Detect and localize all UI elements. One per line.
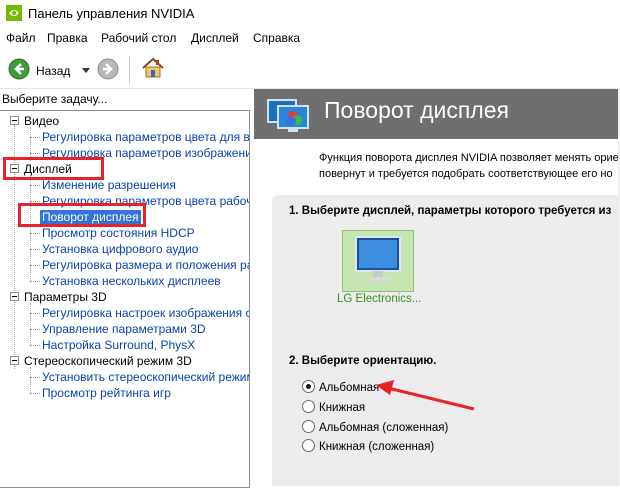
page-description: Функция поворота дисплея NVIDIA позволяе… — [319, 150, 619, 182]
category-3d-settings[interactable]: Параметры 3D — [24, 290, 107, 304]
back-arrow-icon[interactable] — [8, 58, 30, 80]
radio-portrait[interactable] — [302, 400, 315, 413]
forward-arrow-icon[interactable] — [97, 58, 119, 80]
task-setup-stereo[interactable]: Установить стереоскопический режим 3 — [42, 370, 249, 384]
step1-heading: 1. Выберите дисплей, параметры которого … — [289, 205, 612, 217]
annotation-arrow — [376, 380, 475, 411]
task-hdcp-status[interactable]: Просмотр состояния HDCP — [42, 226, 195, 240]
window-title: Панель управления NVIDIA — [28, 6, 195, 21]
task-3d-preview[interactable]: Регулировка настроек изображения с пр — [42, 306, 249, 320]
menu-help[interactable]: Справка — [253, 31, 300, 45]
orientation-landscape-flipped[interactable]: Альбомная (сложенная) — [302, 420, 448, 434]
step2-heading: 2. Выберите ориентацию. — [289, 355, 437, 367]
category-video[interactable]: Видео — [24, 114, 59, 128]
title-bar: Панель управления NVIDIA — [0, 0, 620, 28]
page-title: Поворот дисплея — [324, 97, 509, 123]
menu-bar: Файл Правка Рабочий стол Дисплей Справка — [0, 28, 620, 48]
description-line-1: Функция поворота дисплея NVIDIA позволяе… — [319, 152, 619, 164]
monitor-icon — [355, 236, 401, 281]
expander-video[interactable] — [10, 116, 19, 125]
orientation-portrait-flipped[interactable]: Книжная (сложенная) — [302, 439, 434, 453]
rotate-display-icon — [267, 99, 309, 132]
task-change-resolution[interactable]: Изменение разрешения — [42, 178, 176, 192]
radio-landscape[interactable] — [302, 380, 315, 393]
display-selector-lg[interactable] — [342, 230, 414, 292]
highlight-rotate-task — [18, 203, 146, 227]
task-game-ratings[interactable]: Просмотр рейтинга игр — [42, 386, 171, 400]
toolbar-separator — [129, 56, 130, 84]
task-surround-physx[interactable]: Настройка Surround, PhysX — [42, 338, 195, 352]
radio-portrait-flipped-label: Книжная (сложенная) — [319, 441, 435, 453]
task-manage-3d[interactable]: Управление параметрами 3D — [42, 322, 206, 336]
expander-stereo[interactable] — [10, 356, 19, 365]
expander-3d[interactable] — [10, 292, 19, 301]
task-multiple-displays[interactable]: Установка нескольких дисплеев — [42, 274, 221, 288]
menu-edit[interactable]: Правка — [47, 31, 88, 45]
menu-display[interactable]: Дисплей — [191, 31, 239, 45]
radio-landscape-flipped-label: Альбомная (сложенная) — [319, 422, 449, 434]
task-digital-audio[interactable]: Установка цифрового аудио — [42, 242, 198, 256]
task-header: Выберите задачу... — [2, 92, 108, 106]
menu-desktop[interactable]: Рабочий стол — [101, 31, 176, 45]
radio-portrait-label: Книжная — [319, 402, 366, 414]
highlight-display-category — [3, 157, 104, 180]
task-desktop-size[interactable]: Регулировка размера и положения рабоч — [42, 258, 249, 272]
radio-landscape-flipped[interactable] — [302, 420, 315, 433]
home-icon[interactable] — [141, 56, 165, 80]
radio-portrait-flipped[interactable] — [302, 439, 315, 452]
back-button[interactable]: Назад — [36, 64, 70, 78]
toolbar: Назад — [0, 50, 620, 88]
nvidia-app-icon — [6, 5, 22, 21]
category-stereo-3d[interactable]: Стереоскопический режим 3D — [24, 354, 192, 368]
display-name[interactable]: LG Electronics... — [337, 293, 421, 305]
task-video-color[interactable]: Регулировка параметров цвета для вид — [42, 130, 249, 144]
dropdown-arrow-icon[interactable] — [82, 68, 90, 74]
orientation-landscape[interactable]: Альбомная — [302, 380, 379, 394]
description-line-2: повернут и требуется подобрать соответст… — [319, 168, 613, 180]
orientation-portrait[interactable]: Книжная — [302, 400, 365, 414]
menu-file[interactable]: Файл — [6, 31, 36, 45]
